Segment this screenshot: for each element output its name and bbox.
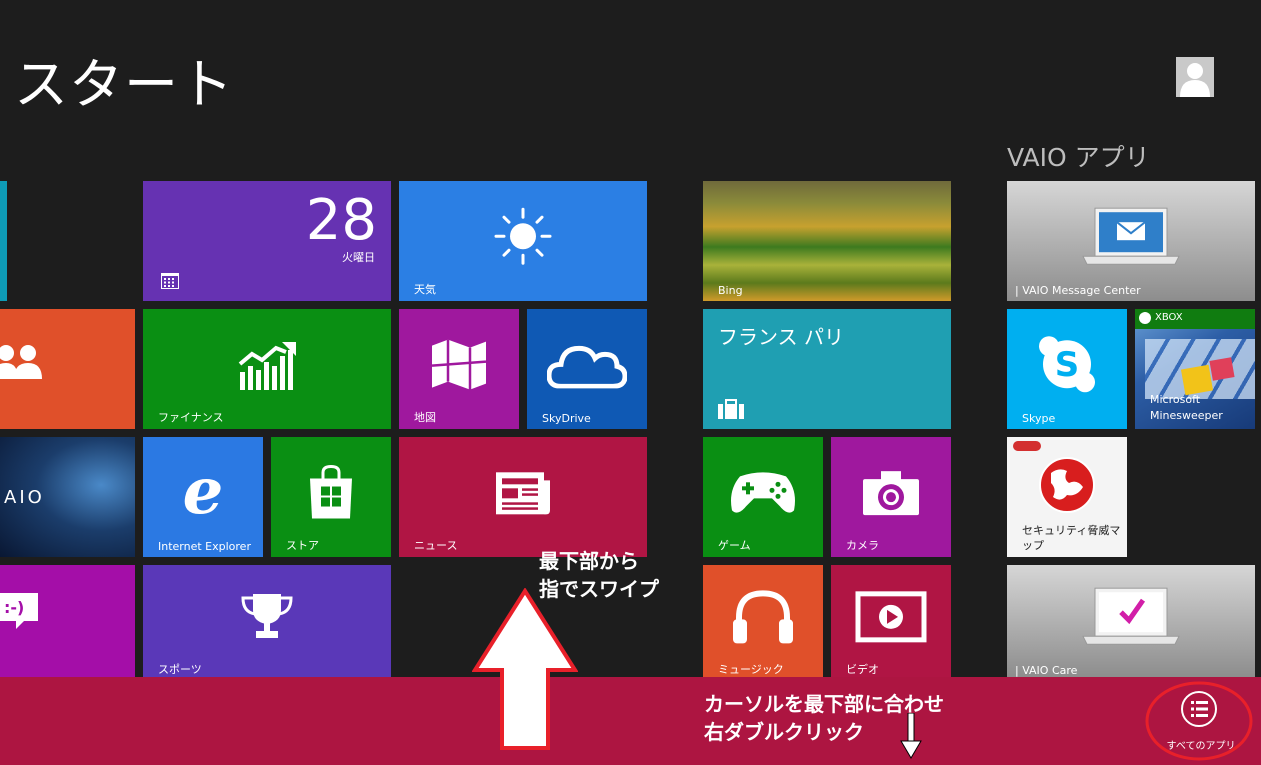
small-down-arrow-icon bbox=[900, 713, 922, 759]
tile-games-label: ゲーム bbox=[718, 539, 751, 552]
group-title-vaio-apps: VAIO アプリ bbox=[1007, 143, 1150, 172]
calendar-icon bbox=[161, 273, 179, 289]
tile-messaging[interactable]: :-) bbox=[0, 565, 135, 677]
tile-skype[interactable]: S Skype bbox=[1007, 309, 1127, 429]
list-icon bbox=[1181, 691, 1217, 727]
headphones-icon bbox=[733, 590, 793, 644]
tile-travel[interactable]: フランス パリ bbox=[703, 309, 951, 429]
tile-store[interactable]: ストア bbox=[271, 437, 391, 557]
tile-news[interactable]: ニュース bbox=[399, 437, 647, 557]
tile-finance-label: ファイナンス bbox=[158, 411, 224, 424]
svg-text:S: S bbox=[1055, 345, 1080, 385]
tile-internet-explorer[interactable]: e Internet Explorer bbox=[143, 437, 263, 557]
calendar-weekday: 火曜日 bbox=[342, 251, 375, 264]
xbox-badge-label: XBOX bbox=[1155, 312, 1183, 323]
calendar-day: 28 bbox=[305, 188, 377, 253]
tile-vaio-desktop[interactable]: AIO bbox=[0, 437, 135, 557]
tile-bing[interactable]: Bing bbox=[703, 181, 951, 301]
tile-vaio-message-center[interactable]: | VAIO Message Center bbox=[1007, 181, 1255, 301]
newspaper-icon bbox=[496, 472, 550, 515]
tile-store-label: ストア bbox=[286, 539, 319, 552]
tile-camera[interactable]: カメラ bbox=[831, 437, 951, 557]
tile-finance[interactable]: ファイナンス bbox=[143, 309, 391, 429]
tile-weather[interactable]: 天気 bbox=[399, 181, 647, 301]
tile-bing-label: Bing bbox=[718, 284, 743, 297]
trophy-icon bbox=[241, 594, 293, 638]
laptop-check-icon bbox=[1082, 587, 1180, 645]
tile-video-label: ビデオ bbox=[846, 663, 879, 676]
camera-icon bbox=[863, 471, 919, 516]
sun-icon bbox=[494, 207, 552, 265]
cloud-icon bbox=[547, 345, 627, 389]
tile-skydrive-label: SkyDrive bbox=[542, 412, 591, 425]
tile-teal-partial[interactable] bbox=[0, 181, 7, 301]
swipe-instruction-line1: 最下部から bbox=[539, 549, 639, 573]
user-avatar-icon[interactable] bbox=[1176, 57, 1214, 97]
tile-ie-label: Internet Explorer bbox=[158, 540, 251, 553]
laptop-mail-icon bbox=[1082, 207, 1180, 265]
tile-music-label: ミュージック bbox=[718, 663, 784, 676]
tile-video[interactable]: ビデオ bbox=[831, 565, 951, 677]
tile-minesweeper[interactable]: XBOX Microsoft Minesweeper bbox=[1135, 309, 1255, 429]
tile-camera-label: カメラ bbox=[846, 539, 879, 552]
tile-maps-label: 地図 bbox=[414, 411, 436, 424]
tile-vaio-care-label: | VAIO Care bbox=[1015, 664, 1078, 677]
chat-bubble-icon: :-) bbox=[0, 593, 38, 629]
minesweeper-tile-red bbox=[1209, 357, 1235, 381]
svg-text::-): :-) bbox=[4, 598, 24, 617]
tile-calendar[interactable]: 28 火曜日 bbox=[143, 181, 391, 301]
xbox-badge: XBOX bbox=[1135, 309, 1255, 329]
all-apps-label: すべてのアプリ bbox=[1166, 741, 1236, 752]
skype-icon: S bbox=[1039, 336, 1095, 393]
ie-icon: e bbox=[182, 453, 224, 529]
tile-security-map-label: セキュリティ脅威マップ bbox=[1022, 524, 1121, 552]
tile-skydrive[interactable]: SkyDrive bbox=[527, 309, 647, 429]
tile-vaio-care[interactable]: | VAIO Care bbox=[1007, 565, 1255, 677]
swipe-up-arrow-icon bbox=[472, 588, 578, 750]
chart-up-icon bbox=[238, 342, 296, 390]
trend-micro-logo bbox=[1013, 441, 1041, 451]
tile-music[interactable]: ミュージック bbox=[703, 565, 823, 677]
tile-news-label: ニュース bbox=[414, 539, 458, 552]
tile-games[interactable]: ゲーム bbox=[703, 437, 823, 557]
app-bar[interactable] bbox=[0, 677, 1261, 765]
page-title: スタート bbox=[14, 53, 234, 116]
tile-people[interactable] bbox=[0, 309, 135, 429]
gamepad-icon bbox=[731, 472, 795, 513]
tile-security-map[interactable]: セキュリティ脅威マップ bbox=[1007, 437, 1127, 557]
tile-maps[interactable]: 地図 bbox=[399, 309, 519, 429]
suitcase-icon bbox=[718, 399, 744, 419]
globe-threat-icon bbox=[1039, 457, 1095, 513]
tile-vaio-message-center-label: | VAIO Message Center bbox=[1015, 284, 1141, 297]
tile-skype-label: Skype bbox=[1022, 412, 1056, 425]
tile-sports-label: スポーツ bbox=[158, 663, 202, 676]
minesweeper-tile-yellow bbox=[1180, 364, 1214, 396]
xbox-icon bbox=[1139, 312, 1151, 324]
video-play-icon bbox=[855, 591, 927, 643]
tile-weather-label: 天気 bbox=[414, 283, 436, 296]
vaio-logo-text: AIO bbox=[4, 487, 45, 508]
tile-minesweeper-label-2: Minesweeper bbox=[1150, 409, 1223, 422]
tile-minesweeper-label-1: Microsoft bbox=[1150, 393, 1201, 406]
store-bag-icon bbox=[310, 465, 352, 519]
people-icon bbox=[0, 345, 42, 379]
map-icon bbox=[431, 339, 487, 390]
tile-travel-title: フランス パリ bbox=[718, 325, 844, 349]
tile-sports[interactable]: スポーツ bbox=[143, 565, 391, 677]
